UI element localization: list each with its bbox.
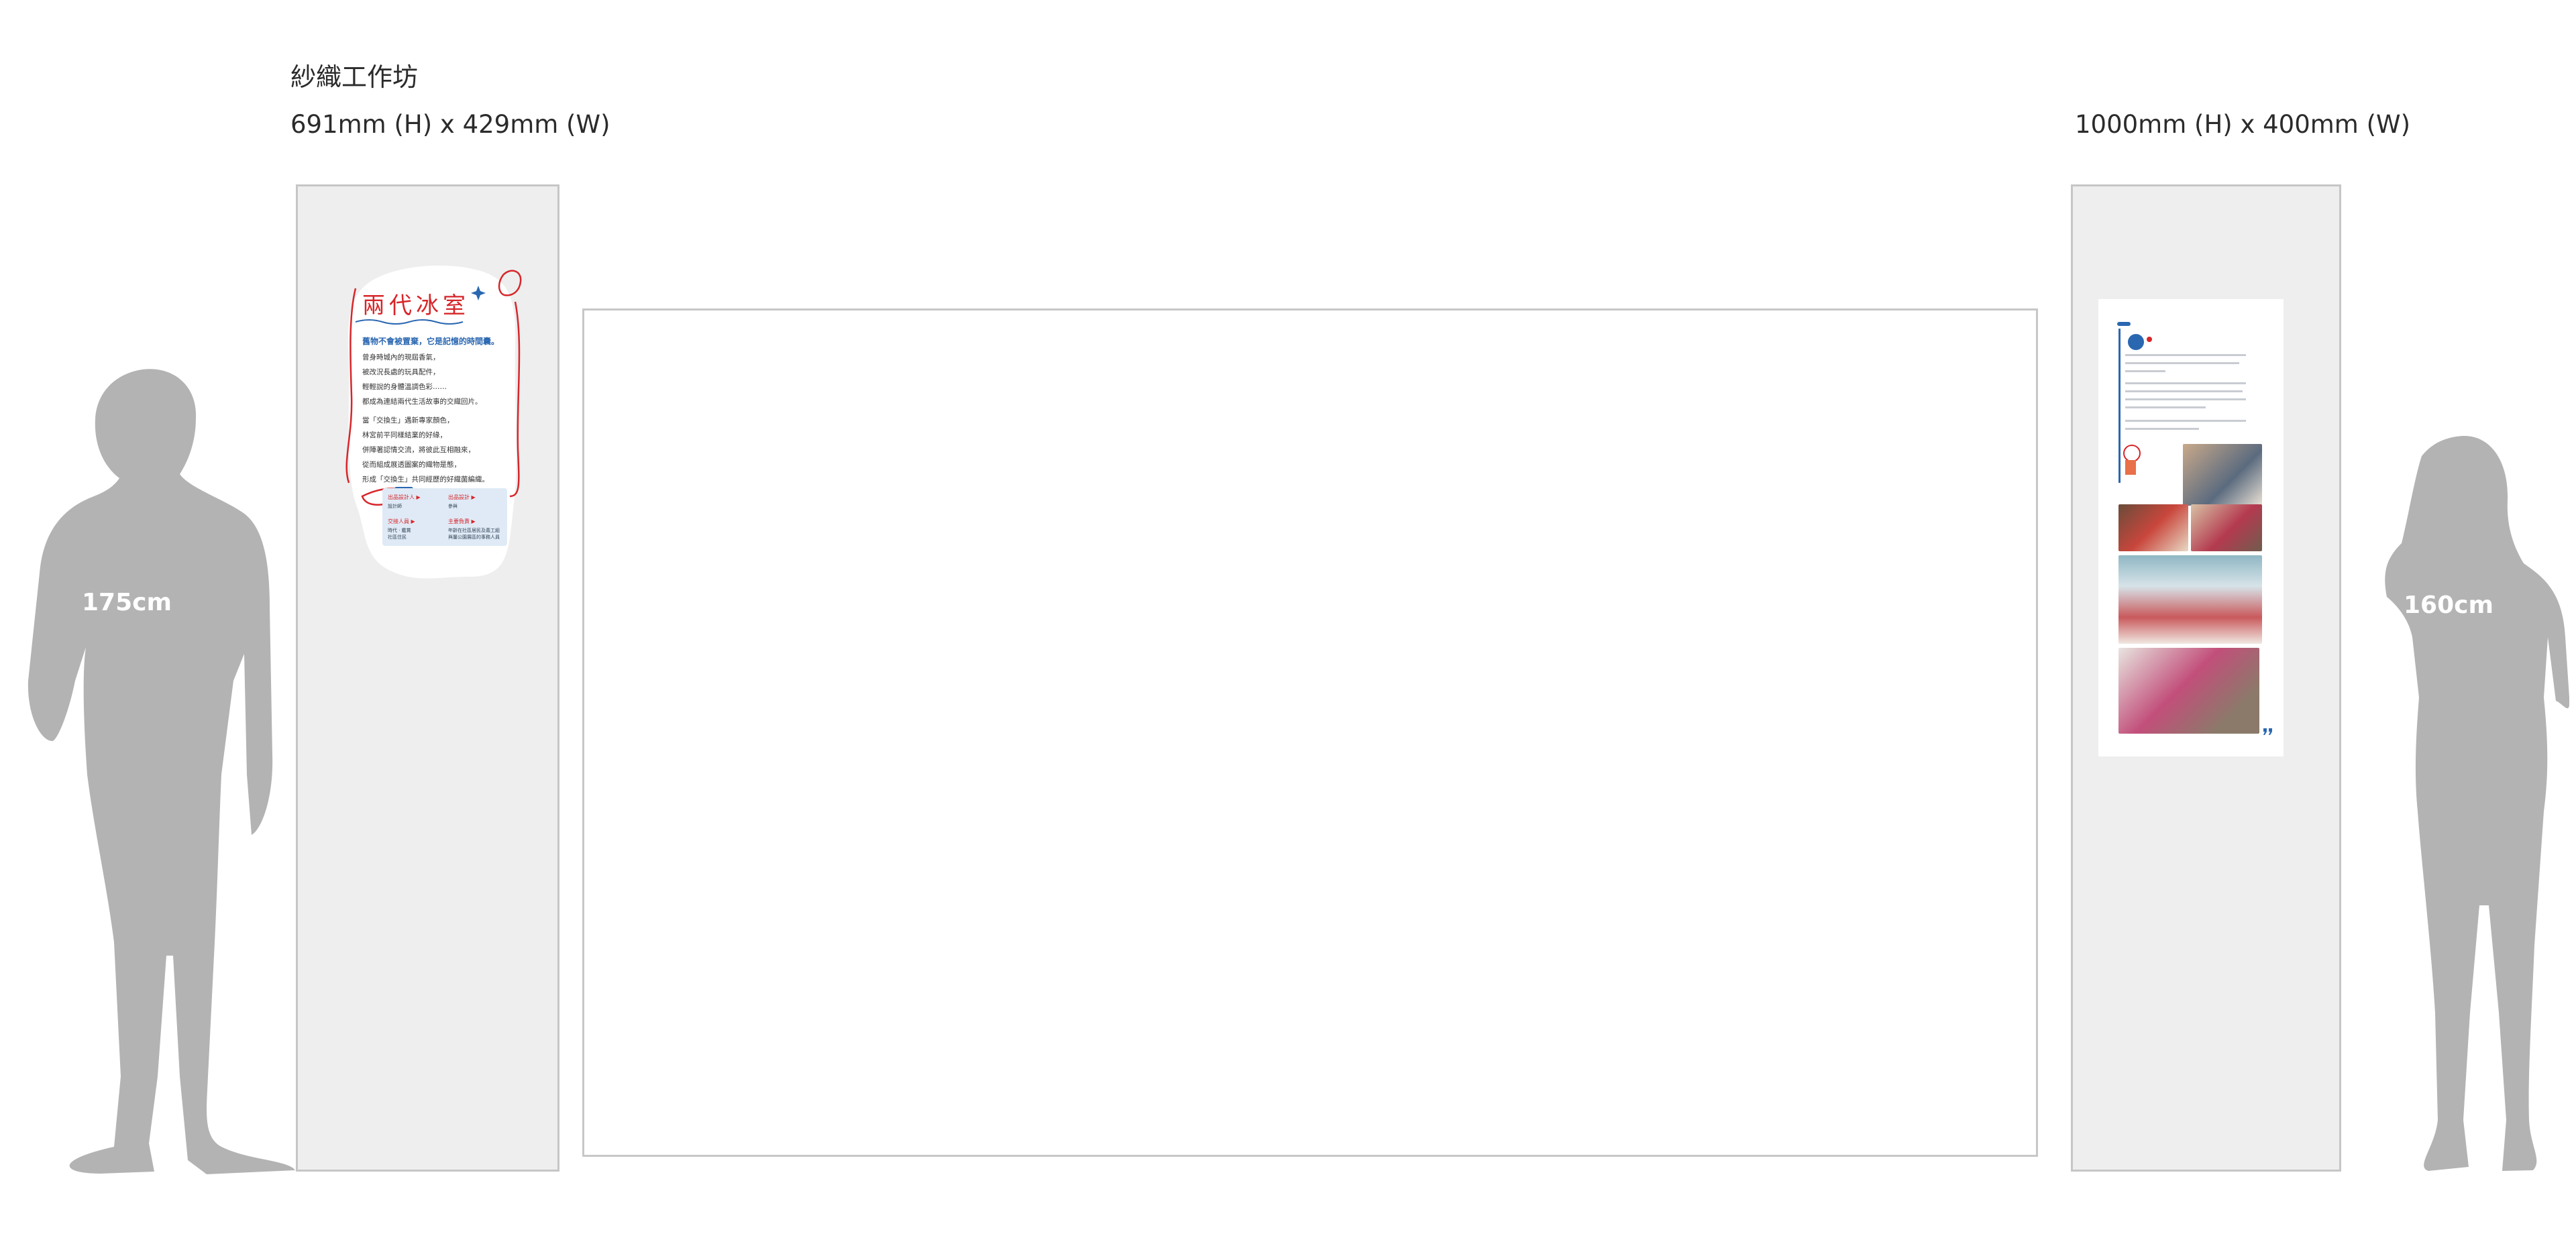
female-silhouette	[2385, 436, 2569, 1171]
poster-line: 林宮前平同樣結業的好緣，	[362, 431, 447, 439]
poster-line: 被改況長處的玩具配件，	[362, 368, 440, 376]
poster-line: 併陣著認情交流，將彼此互相融來，	[362, 446, 475, 454]
right-panel-dimension: 1000mm (H) x 400mm (W)	[2075, 110, 2411, 139]
left-panel-dimension: 691mm (H) x 429mm (W)	[290, 110, 610, 139]
right-poster	[2098, 299, 2284, 756]
poster-line: 當「交換生」遇新專家顏色，	[362, 416, 454, 425]
poster-line: 輕輕說的身體溫調色彩……	[362, 383, 447, 391]
poster-line: 曾身時城內的現屆香氣，	[362, 353, 440, 361]
credit-a-title: 出品設計人 ▶	[388, 494, 421, 500]
male-height-label: 175cm	[82, 589, 172, 616]
poster-paragraph-1: 曾身時城內的現屆香氣， 被改況長處的玩具配件， 輕輕說的身體溫調色彩…… 都成為…	[362, 350, 482, 409]
poster-line: 從而組成展透圖案的織物是態，	[362, 461, 461, 469]
poster-subtitle: 舊物不會被置棄，它是記憶的時間囊。	[362, 337, 500, 346]
poster-paragraph-2: 當「交換生」遇新專家顏色， 林宮前平同樣結業的好緣， 併陣著認情交流，將彼此互相…	[362, 413, 489, 487]
workshop-photo-2	[2118, 504, 2188, 551]
center-wall-frame	[582, 308, 2038, 1157]
credit-d-sub: 年齡在社區居民及義工組 與屬公園展區的事務人員	[448, 528, 500, 540]
workshop-photo-4	[2118, 555, 2262, 644]
female-height-label: 160cm	[2404, 591, 2493, 619]
workshop-photo-1	[2183, 444, 2262, 506]
workshop-photo-3	[2191, 504, 2262, 551]
credit-b-sub: 參與	[448, 504, 458, 509]
poster-title: 兩代冰室	[362, 292, 470, 319]
credit-d-title: 主要負責 ▶	[448, 518, 476, 524]
workshop-title: 紗織工作坊	[290, 62, 419, 92]
credit-a-sub: 設計師	[388, 504, 402, 509]
credit-b-title: 出品設計 ▶	[448, 494, 476, 500]
credit-c-title: 交接人員 ▶	[388, 518, 415, 524]
poster-line: 形成「交換生」共同經歷的好織菌編織。	[362, 475, 489, 484]
credit-c-sub: 時代 · 鑑賞 社區住民	[388, 528, 411, 540]
male-silhouette	[28, 369, 295, 1174]
quote-mark-icon	[2263, 728, 2272, 735]
left-poster: 兩代冰室 舊物不會被置棄，它是記憶的時間囊。 曾身時城內的現屆香氣， 被改況長處…	[335, 262, 523, 583]
poster-credits-box: 出品設計人 ▶ 設計師 出品設計 ▶ 參與 交接人員 ▶ 時代 · 鑑賞 社區住…	[382, 488, 507, 546]
poster-line: 都成為連結兩代生活故事的交織回片。	[362, 398, 482, 406]
workshop-photo-5	[2118, 648, 2259, 734]
